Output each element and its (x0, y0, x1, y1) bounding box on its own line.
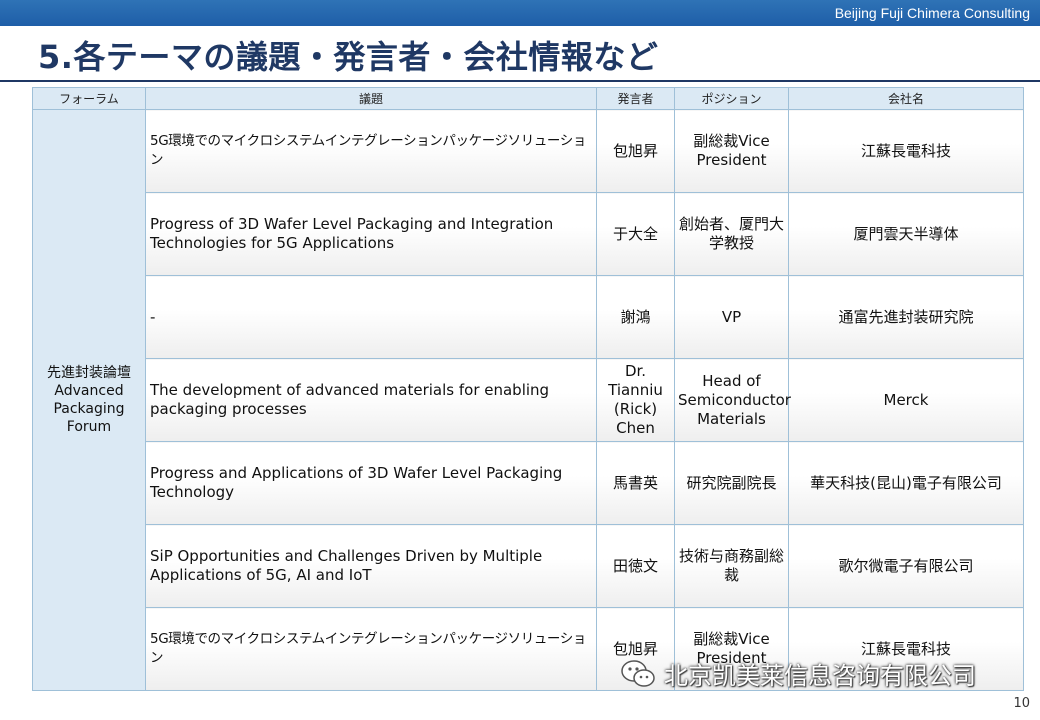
position-cell: VP (674, 275, 789, 359)
table-header-row: フォーラム 議題 発言者 ポジション 会社名 (32, 87, 1024, 110)
topic-cell: 5G環境でのマイクロシステムインテグレーションパッケージソリューション (145, 607, 597, 691)
topic-cell: - (145, 275, 597, 359)
company-cell: 通富先進封装研究院 (788, 275, 1024, 359)
position-cell: 創始者、厦門大学教授 (674, 192, 789, 276)
company-cell: Merck (788, 358, 1024, 442)
page-title: 5.各テーマの議題・発言者・会社情報など (38, 38, 659, 76)
company-cell: 厦門雲天半導体 (788, 192, 1024, 276)
table-row: The development of advanced materials fo… (33, 358, 1024, 442)
topic-cell: Progress of 3D Wafer Level Packaging and… (145, 192, 597, 276)
speaker-cell: 謝鴻 (596, 275, 675, 359)
forum-name-line: Packaging (53, 401, 125, 417)
wechat-icon (620, 659, 656, 689)
column-header-speaker: 発言者 (596, 87, 675, 110)
topic-cell: The development of advanced materials fo… (145, 358, 597, 442)
company-cell: 江蘇長電科技 (788, 109, 1024, 193)
company-cell: 歌尔微電子有限公司 (788, 524, 1024, 608)
page-number: 10 (1013, 696, 1030, 711)
position-cell: Head of Semiconductor Materials (674, 358, 791, 442)
table-row: 先進封装論壇 Advanced Packaging Forum 5G環境でのマイ… (32, 109, 1024, 691)
column-header-position: ポジション (674, 87, 789, 110)
forum-cell: 先進封装論壇 Advanced Packaging Forum (32, 109, 146, 691)
table-row: Progress of 3D Wafer Level Packaging and… (33, 192, 1024, 276)
top-banner: Beijing Fuji Chimera Consulting (0, 0, 1040, 26)
topic-cell: 5G環境でのマイクロシステムインテグレーションパッケージソリューション (145, 109, 597, 193)
position-cell: 技術与商務副総裁 (674, 524, 789, 608)
speaker-cell: 于大全 (596, 192, 675, 276)
speaker-table: フォーラム 議題 発言者 ポジション 会社名 先進封装論壇 Advanced P… (32, 87, 1024, 691)
forum-name-line: 先進封装論壇 (47, 365, 131, 381)
speaker-cell: 包旭昇 (596, 109, 675, 193)
column-header-company: 会社名 (788, 87, 1024, 110)
watermark-text: 北京凯美莱信息咨询有限公司 (664, 662, 976, 690)
position-cell: 研究院副院長 (674, 441, 789, 525)
speaker-cell: Dr. Tianniu (Rick) Chen (596, 358, 675, 442)
company-cell: 華天科技(昆山)電子有限公司 (788, 441, 1024, 525)
speaker-cell: 馬書英 (596, 441, 675, 525)
position-cell: 副総裁Vice President (674, 109, 789, 193)
column-header-topic: 議題 (145, 87, 597, 110)
table-row: - 謝鴻 VP 通富先進封装研究院 (33, 275, 1024, 359)
title-divider (0, 80, 1040, 82)
table-row: Progress and Applications of 3D Wafer Le… (33, 441, 1024, 525)
table-row: SiP Opportunities and Challenges Driven … (33, 524, 1024, 608)
forum-name-line: Forum (66, 419, 112, 435)
topic-cell: Progress and Applications of 3D Wafer Le… (145, 441, 597, 525)
company-name: Beijing Fuji Chimera Consulting (834, 5, 1030, 21)
speaker-cell: 田徳文 (596, 524, 675, 608)
watermark: 北京凯美莱信息咨询有限公司 (620, 656, 976, 691)
topic-cell: SiP Opportunities and Challenges Driven … (145, 524, 597, 608)
forum-name-line: Advanced (54, 383, 124, 399)
column-header-forum: フォーラム (32, 87, 146, 110)
